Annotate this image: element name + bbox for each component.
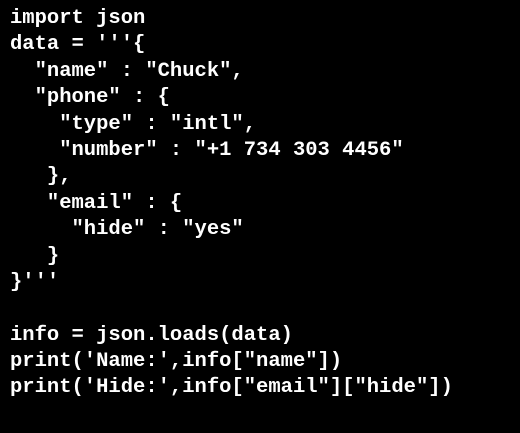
- code-line-14: print('Name:',info["name"]): [10, 350, 343, 374]
- code-view: import json data = '''{ "name" : "Chuck"…: [0, 0, 520, 433]
- code-line-7: },: [10, 165, 72, 189]
- code-line-5: "type" : "intl",: [10, 112, 257, 136]
- code-line-13: info = json.loads(data): [10, 323, 293, 347]
- code-line-9: "hide" : "yes": [10, 218, 244, 242]
- code-line-8: "email" : {: [10, 191, 183, 215]
- code-line-6: "number" : "+1 734 303 4456": [10, 138, 404, 162]
- code-line-3: "name" : "Chuck",: [10, 59, 244, 83]
- code-line-11: }''': [10, 270, 60, 294]
- code-line-1: import json: [10, 7, 146, 30]
- code-line-15: print('Hide:',info["email"]["hide"]): [10, 376, 453, 400]
- code-line-4: "phone" : {: [10, 86, 170, 110]
- code-line-2: data = '''{: [10, 33, 146, 57]
- code-line-10: }: [10, 244, 60, 268]
